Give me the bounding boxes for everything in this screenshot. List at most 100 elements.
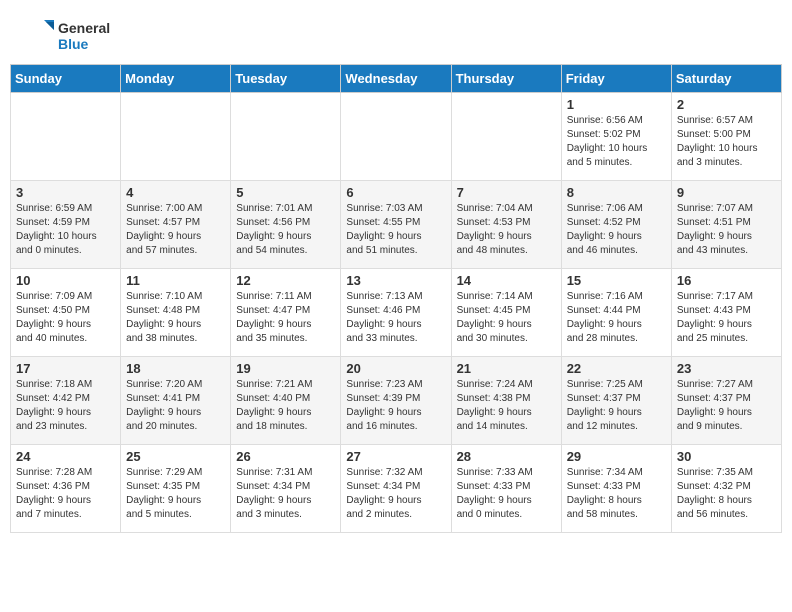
day-number: 30 [677,449,776,464]
calendar-table: SundayMondayTuesdayWednesdayThursdayFrid… [10,64,782,533]
logo-general-text: General [58,20,110,36]
day-info: Sunrise: 6:59 AM Sunset: 4:59 PM Dayligh… [16,202,115,258]
day-info: Sunrise: 7:11 AM Sunset: 4:47 PM Dayligh… [236,290,335,346]
day-number: 23 [677,361,776,376]
day-number: 11 [126,273,225,288]
day-number: 26 [236,449,335,464]
day-number: 18 [126,361,225,376]
day-info: Sunrise: 7:23 AM Sunset: 4:39 PM Dayligh… [346,378,445,434]
calendar-cell-w2-d3: 13 Sunrise: 7:13 AM Sunset: 4:46 PM Dayli… [341,269,451,357]
logo: General Blue [20,18,110,54]
weekday-header-wednesday: Wednesday [341,65,451,93]
calendar-cell-w3-d2: 19 Sunrise: 7:21 AM Sunset: 4:40 PM Dayli… [231,357,341,445]
day-info: Sunrise: 7:24 AM Sunset: 4:38 PM Dayligh… [457,378,556,434]
day-number: 14 [457,273,556,288]
day-number: 4 [126,185,225,200]
calendar-cell-w0-d3 [341,93,451,181]
day-number: 8 [567,185,666,200]
day-number: 16 [677,273,776,288]
day-info: Sunrise: 7:28 AM Sunset: 4:36 PM Dayligh… [16,466,115,522]
day-info: Sunrise: 7:01 AM Sunset: 4:56 PM Dayligh… [236,202,335,258]
day-info: Sunrise: 7:35 AM Sunset: 4:32 PM Dayligh… [677,466,776,522]
day-number: 19 [236,361,335,376]
weekday-header-tuesday: Tuesday [231,65,341,93]
calendar-cell-w0-d5: 1 Sunrise: 6:56 AM Sunset: 5:02 PM Daylig… [561,93,671,181]
calendar-cell-w3-d5: 22 Sunrise: 7:25 AM Sunset: 4:37 PM Dayli… [561,357,671,445]
day-info: Sunrise: 7:09 AM Sunset: 4:50 PM Dayligh… [16,290,115,346]
calendar-cell-w1-d2: 5 Sunrise: 7:01 AM Sunset: 4:56 PM Daylig… [231,181,341,269]
day-info: Sunrise: 6:57 AM Sunset: 5:00 PM Dayligh… [677,114,776,170]
weekday-header-monday: Monday [121,65,231,93]
weekday-header-saturday: Saturday [671,65,781,93]
day-info: Sunrise: 7:31 AM Sunset: 4:34 PM Dayligh… [236,466,335,522]
day-number: 6 [346,185,445,200]
calendar-cell-w4-d4: 28 Sunrise: 7:33 AM Sunset: 4:33 PM Dayli… [451,445,561,533]
day-number: 7 [457,185,556,200]
day-info: Sunrise: 7:20 AM Sunset: 4:41 PM Dayligh… [126,378,225,434]
day-info: Sunrise: 7:17 AM Sunset: 4:43 PM Dayligh… [677,290,776,346]
day-info: Sunrise: 7:16 AM Sunset: 4:44 PM Dayligh… [567,290,666,346]
day-number: 12 [236,273,335,288]
day-number: 2 [677,97,776,112]
day-number: 22 [567,361,666,376]
day-info: Sunrise: 7:14 AM Sunset: 4:45 PM Dayligh… [457,290,556,346]
day-info: Sunrise: 7:27 AM Sunset: 4:37 PM Dayligh… [677,378,776,434]
day-info: Sunrise: 7:06 AM Sunset: 4:52 PM Dayligh… [567,202,666,258]
calendar-cell-w1-d6: 9 Sunrise: 7:07 AM Sunset: 4:51 PM Daylig… [671,181,781,269]
calendar-cell-w1-d5: 8 Sunrise: 7:06 AM Sunset: 4:52 PM Daylig… [561,181,671,269]
calendar-cell-w3-d4: 21 Sunrise: 7:24 AM Sunset: 4:38 PM Dayli… [451,357,561,445]
day-info: Sunrise: 7:32 AM Sunset: 4:34 PM Dayligh… [346,466,445,522]
calendar-cell-w0-d0 [11,93,121,181]
calendar-cell-w3-d0: 17Sunrise: 7:18 AM Sunset: 4:42 PM Dayli… [11,357,121,445]
calendar-cell-w2-d6: 16 Sunrise: 7:17 AM Sunset: 4:43 PM Dayli… [671,269,781,357]
day-number: 5 [236,185,335,200]
day-info: Sunrise: 7:34 AM Sunset: 4:33 PM Dayligh… [567,466,666,522]
day-number: 13 [346,273,445,288]
day-info: Sunrise: 7:07 AM Sunset: 4:51 PM Dayligh… [677,202,776,258]
day-number: 1 [567,97,666,112]
calendar-cell-w2-d0: 10Sunrise: 7:09 AM Sunset: 4:50 PM Dayli… [11,269,121,357]
calendar-cell-w4-d5: 29 Sunrise: 7:34 AM Sunset: 4:33 PM Dayli… [561,445,671,533]
day-info: Sunrise: 7:03 AM Sunset: 4:55 PM Dayligh… [346,202,445,258]
day-number: 20 [346,361,445,376]
day-info: Sunrise: 7:18 AM Sunset: 4:42 PM Dayligh… [16,378,115,434]
weekday-header-thursday: Thursday [451,65,561,93]
calendar-cell-w2-d4: 14 Sunrise: 7:14 AM Sunset: 4:45 PM Dayli… [451,269,561,357]
day-number: 3 [16,185,115,200]
calendar-cell-w3-d1: 18 Sunrise: 7:20 AM Sunset: 4:41 PM Dayli… [121,357,231,445]
day-number: 29 [567,449,666,464]
calendar-cell-w0-d6: 2 Sunrise: 6:57 AM Sunset: 5:00 PM Daylig… [671,93,781,181]
day-info: Sunrise: 7:21 AM Sunset: 4:40 PM Dayligh… [236,378,335,434]
calendar-cell-w1-d0: 3 Sunrise: 6:59 AM Sunset: 4:59 PM Daylig… [11,181,121,269]
calendar-cell-w4-d6: 30 Sunrise: 7:35 AM Sunset: 4:32 PM Dayli… [671,445,781,533]
calendar-cell-w1-d3: 6 Sunrise: 7:03 AM Sunset: 4:55 PM Daylig… [341,181,451,269]
day-info: Sunrise: 7:10 AM Sunset: 4:48 PM Dayligh… [126,290,225,346]
calendar-cell-w1-d1: 4 Sunrise: 7:00 AM Sunset: 4:57 PM Daylig… [121,181,231,269]
weekday-header-sunday: Sunday [11,65,121,93]
calendar-cell-w3-d6: 23 Sunrise: 7:27 AM Sunset: 4:37 PM Dayli… [671,357,781,445]
calendar-cell-w4-d0: 24Sunrise: 7:28 AM Sunset: 4:36 PM Dayli… [11,445,121,533]
day-info: Sunrise: 7:33 AM Sunset: 4:33 PM Dayligh… [457,466,556,522]
day-number: 25 [126,449,225,464]
logo-blue-text: Blue [58,36,110,52]
calendar-cell-w4-d2: 26 Sunrise: 7:31 AM Sunset: 4:34 PM Dayli… [231,445,341,533]
calendar-cell-w0-d4 [451,93,561,181]
logo-svg [20,18,56,54]
day-info: Sunrise: 7:13 AM Sunset: 4:46 PM Dayligh… [346,290,445,346]
day-info: Sunrise: 7:29 AM Sunset: 4:35 PM Dayligh… [126,466,225,522]
calendar-cell-w0-d1 [121,93,231,181]
day-number: 27 [346,449,445,464]
page-header: General Blue [0,0,792,64]
calendar-wrapper: SundayMondayTuesdayWednesdayThursdayFrid… [0,64,792,543]
day-number: 21 [457,361,556,376]
day-number: 15 [567,273,666,288]
day-info: Sunrise: 6:56 AM Sunset: 5:02 PM Dayligh… [567,114,666,170]
day-number: 28 [457,449,556,464]
day-info: Sunrise: 7:00 AM Sunset: 4:57 PM Dayligh… [126,202,225,258]
calendar-cell-w2-d1: 11 Sunrise: 7:10 AM Sunset: 4:48 PM Dayli… [121,269,231,357]
day-number: 9 [677,185,776,200]
day-info: Sunrise: 7:25 AM Sunset: 4:37 PM Dayligh… [567,378,666,434]
calendar-cell-w1-d4: 7Sunrise: 7:04 AM Sunset: 4:53 PM Daylig… [451,181,561,269]
weekday-header-friday: Friday [561,65,671,93]
calendar-cell-w3-d3: 20 Sunrise: 7:23 AM Sunset: 4:39 PM Dayli… [341,357,451,445]
